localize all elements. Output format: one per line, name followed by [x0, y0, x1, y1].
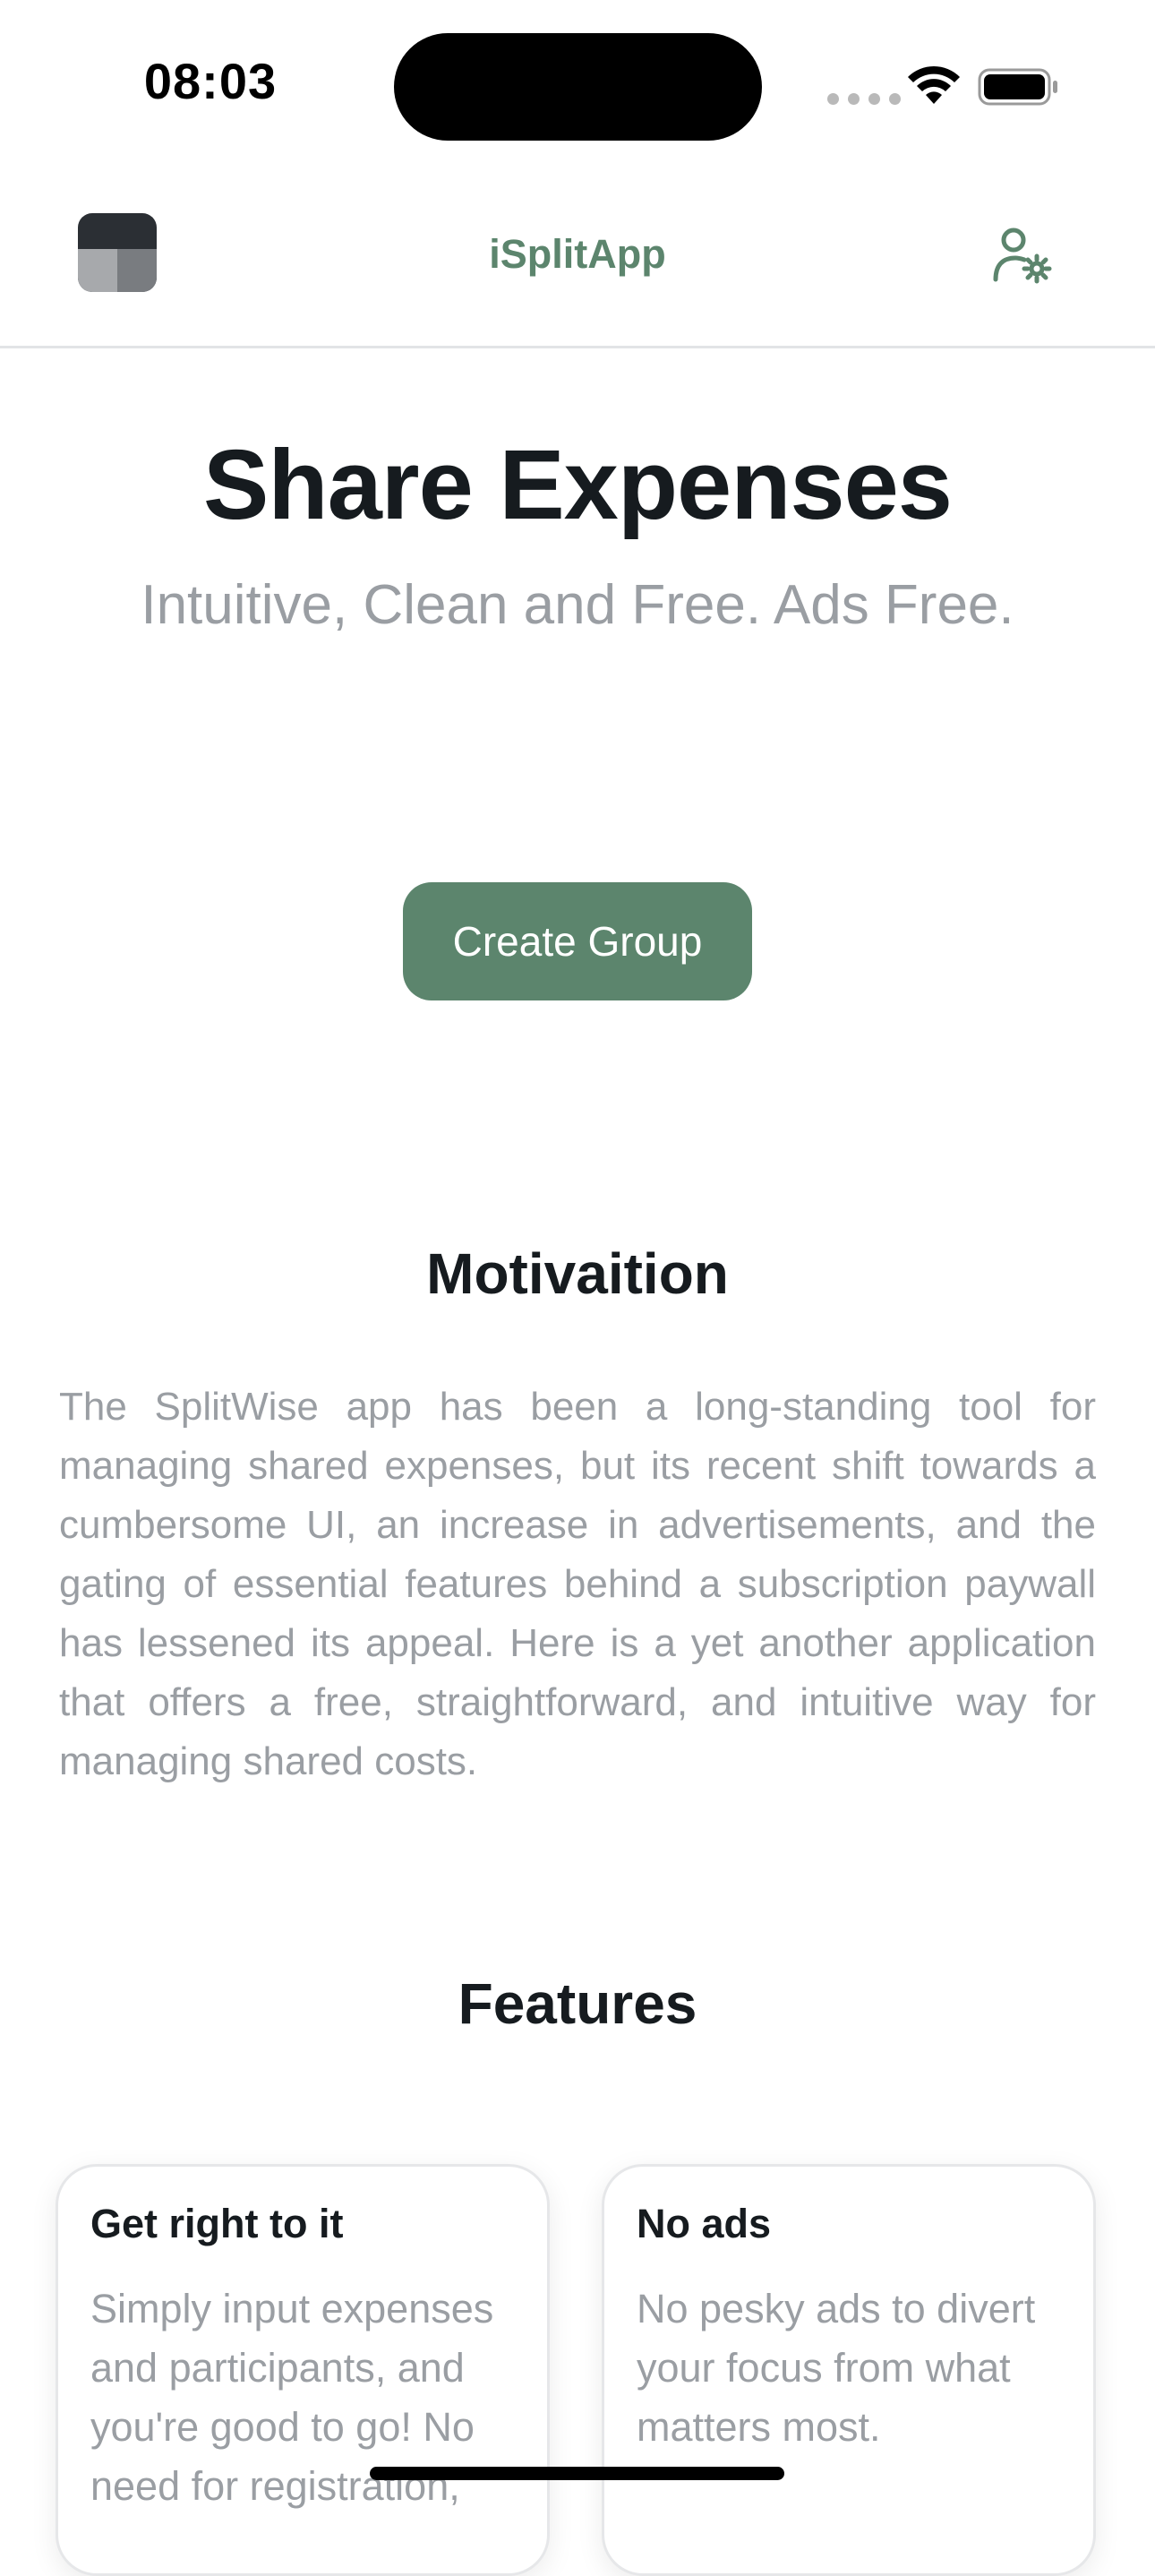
motivation-title: Motivaition	[426, 1241, 729, 1306]
home-indicator[interactable]	[370, 2467, 784, 2480]
features-title: Features	[458, 1971, 697, 2036]
create-group-button[interactable]: Create Group	[403, 882, 752, 1000]
cellular-signal-icon	[827, 93, 901, 105]
dynamic-island	[394, 33, 762, 141]
battery-icon	[978, 68, 1057, 106]
app-header: iSplitApp	[0, 170, 1155, 348]
user-gear-icon[interactable]	[992, 224, 1055, 287]
hero-title: Share Expenses	[203, 430, 953, 540]
hero-subtitle: Intuitive, Clean and Free. Ads Free.	[141, 574, 1014, 636]
feature-card-get-right-to-it: Get right to it Simply input expenses an…	[56, 2164, 550, 2576]
status-bar: 08:03	[0, 0, 1155, 170]
wifi-icon	[908, 65, 960, 104]
app-logo-icon[interactable]	[78, 213, 157, 292]
feature-card-no-ads: No ads No pesky ads to divert your focus…	[602, 2164, 1096, 2576]
status-time: 08:03	[143, 53, 278, 109]
motivation-text: The SplitWise app has been a long-standi…	[59, 1385, 1096, 1783]
feature-card-text: No pesky ads to divert your focus from w…	[637, 2286, 1036, 2450]
app-title[interactable]: iSplitApp	[354, 231, 801, 278]
feature-card-title: Get right to it	[90, 2201, 344, 2246]
feature-card-text: Simply input expenses and participants, …	[90, 2286, 494, 2509]
feature-card-title: No ads	[637, 2201, 772, 2246]
